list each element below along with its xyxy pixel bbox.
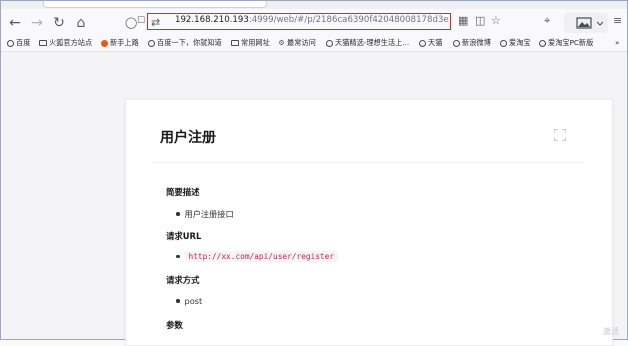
section-heading-params: 参数 xyxy=(166,320,183,330)
list-item: post xyxy=(176,296,202,306)
bookmark-label: 新浪微博 xyxy=(462,38,491,47)
request-method-text: post xyxy=(184,296,203,306)
menu-icon[interactable]: ≡ xyxy=(613,14,622,27)
reload-icon[interactable]: ↻ xyxy=(49,13,69,33)
address-bar[interactable]: ◯ ☐ ⇄ 192.168.210.193:4999/web/#/p/2186c… xyxy=(121,12,456,34)
page-content: 用户注册 简要描述 用户注册接口 请求URL http://xx.com/api… xyxy=(1,52,627,346)
section-heading-method: 请求方式 xyxy=(166,275,200,285)
reader-view-icon[interactable]: ◫ xyxy=(475,14,485,27)
doc-card: 用户注册 简要描述 用户注册接口 请求URL http://xx.com/api… xyxy=(125,99,613,346)
bullet-dot xyxy=(176,254,180,259)
home-icon[interactable]: ⌂ xyxy=(71,13,91,33)
section-heading-description: 简要描述 xyxy=(166,187,200,197)
description-text: 用户注册接口 xyxy=(184,209,234,219)
bookmark-item[interactable]: 爱淘宝 xyxy=(500,38,531,48)
bookmark-label: 火狐官方站点 xyxy=(49,38,93,47)
globe-icon xyxy=(500,39,507,47)
url-path: :4999/web/#/p/2186ca6390f42048008178d3e4… xyxy=(248,15,449,25)
section-heading-url: 请求URL xyxy=(166,231,202,241)
bookmark-item[interactable]: 百度一下，你就知道 xyxy=(148,38,222,48)
bookmark-label: 天猫 xyxy=(428,38,443,47)
url-host: 192.168.210.193 xyxy=(175,15,249,25)
bookmark-label: 常用网址 xyxy=(241,38,270,47)
fullscreen-icon[interactable] xyxy=(554,129,566,141)
navigation-toolbar: ← → ↻ ⌂ ◯ ☐ ⇄ 192.168.210.193:4999/web/#… xyxy=(1,9,627,37)
globe-icon xyxy=(539,39,546,47)
back-icon[interactable]: ← xyxy=(5,13,25,33)
bookmark-label: 爱淘宝PC新版 xyxy=(548,38,594,47)
bookmark-label: 新手上路 xyxy=(110,38,139,47)
page-title: 用户注册 xyxy=(160,130,216,146)
bookmark-item[interactable]: 天猫 xyxy=(419,38,442,48)
tab-strip xyxy=(1,1,627,9)
bookmark-item[interactable]: ⚙ 最常访问 xyxy=(278,38,316,48)
list-item: 用户注册接口 xyxy=(176,208,234,220)
shield-icon[interactable]: ◯ xyxy=(125,16,137,29)
bookmark-label: 百度一下，你就知道 xyxy=(157,38,222,47)
qrcode-icon[interactable]: ▦ xyxy=(458,14,468,27)
url-text[interactable]: 192.168.210.193:4999/web/#/p/2186ca6390f… xyxy=(175,15,449,25)
request-url-code: http://xx.com/api/user/register xyxy=(184,251,339,262)
list-item: http://xx.com/api/user/register xyxy=(176,251,339,262)
active-tab[interactable] xyxy=(43,1,267,8)
firefox-icon xyxy=(101,39,108,47)
divider xyxy=(152,162,584,163)
extensions-icon[interactable]: ⌖ xyxy=(544,14,550,28)
insecure-lock-icon[interactable]: ☐ xyxy=(137,16,145,26)
forward-icon[interactable]: → xyxy=(27,13,47,33)
globe-icon xyxy=(453,39,460,47)
bookmark-item[interactable]: 常用网址 xyxy=(231,38,270,48)
activation-watermark: 激活 xyxy=(603,327,619,336)
bookmark-item[interactable]: 新浪微博 xyxy=(453,38,491,48)
screenshot-tool-button[interactable] xyxy=(564,13,608,33)
gear-icon: ⚙ xyxy=(278,38,285,47)
bookmarks-toolbar: 百度 火狐官方站点 新手上路 百度一下，你就知道 常用网址 ⚙ 最常访问 天猫精选… xyxy=(1,37,627,52)
bookmark-label: 百度 xyxy=(16,38,31,47)
bullet-dot xyxy=(176,212,180,216)
folder-icon xyxy=(231,40,239,46)
globe-icon xyxy=(326,39,333,47)
bookmark-label: 爱淘宝 xyxy=(509,38,531,47)
bookmark-label: 天猫精选-理想生活上... xyxy=(335,38,410,47)
folder-icon xyxy=(39,40,47,46)
bullet-dot xyxy=(176,299,180,303)
bookmark-item[interactable]: 爱淘宝PC新版 xyxy=(539,38,593,48)
globe-icon xyxy=(148,39,155,47)
bookmarks-overflow-icon[interactable]: » xyxy=(615,38,619,47)
bookmark-item[interactable]: 火狐官方站点 xyxy=(39,38,92,48)
bookmark-item[interactable]: 百度 xyxy=(7,38,30,48)
image-icon xyxy=(576,17,604,29)
globe-icon xyxy=(419,39,426,47)
bookmark-label: 最常访问 xyxy=(287,38,316,47)
bookmark-item[interactable]: 天猫精选-理想生活上... xyxy=(326,38,409,48)
bookmark-star-icon[interactable]: ☆ xyxy=(491,14,501,27)
bookmark-item[interactable]: 新手上路 xyxy=(101,38,139,48)
globe-icon xyxy=(7,39,14,47)
